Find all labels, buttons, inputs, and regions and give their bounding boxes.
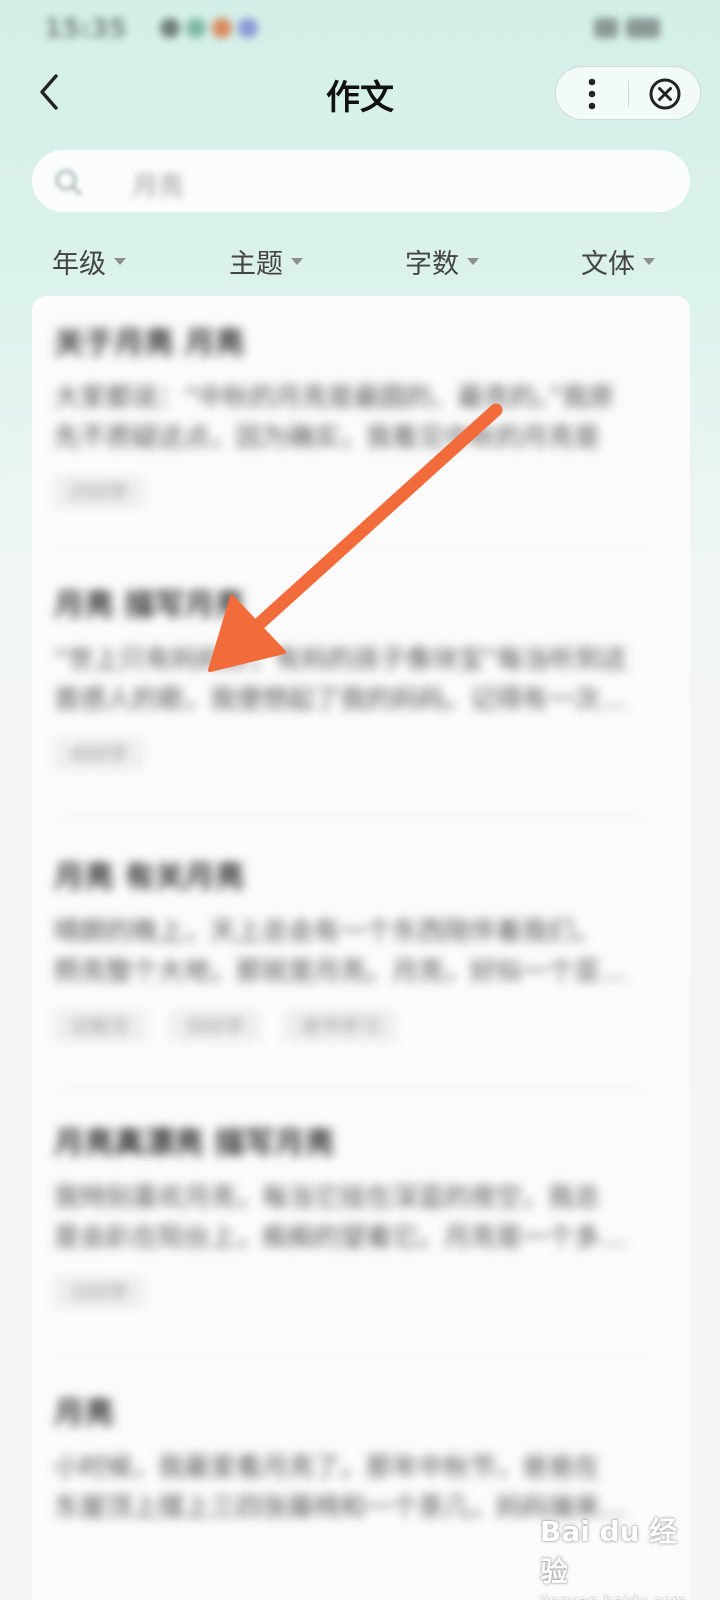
result-excerpt-line: 照亮整个大地，那就是月亮。月亮，好似一个亚… xyxy=(54,957,627,987)
result-title: 月亮 描写月亮 xyxy=(54,588,245,623)
result-title: 月亮真漂亮 描写月亮 xyxy=(54,1126,335,1161)
caret-down-icon xyxy=(467,257,479,265)
search-query-text: 月亮 xyxy=(132,172,185,202)
result-tag: 记叙文 xyxy=(54,1010,146,1042)
filter-theme-label: 主题 xyxy=(229,248,283,280)
status-system-icons xyxy=(586,18,676,40)
caret-down-icon xyxy=(643,257,655,265)
filter-bar: 年级 主题 字数 文体 xyxy=(0,236,720,296)
result-card[interactable]: 关于月亮 月亮 大家都说：“中秋的月亮是最圆的、最亮的。”我原 先不质疑这点，因… xyxy=(54,324,674,508)
filter-grade-label: 年级 xyxy=(52,248,106,280)
baidu-jingyan-watermark: Bai du 经验 jingyan.baidu.com xyxy=(540,1510,700,1600)
result-tags: 400字 xyxy=(54,738,674,770)
result-title: 月亮 xyxy=(54,1396,114,1431)
result-tag: 400字 xyxy=(54,738,145,770)
result-card[interactable]: 月亮 小时候，我最爱看月亮了。那年中秋节，爸爸在 东屋顶上摆上三四张藤椅和一个茶… xyxy=(54,1394,674,1528)
result-tag: 100字 xyxy=(54,1276,145,1308)
more-vertical-icon xyxy=(588,78,596,110)
result-excerpt-line: “世上只有妈妈好，有妈的孩子像块宝”每当听到这 xyxy=(54,645,627,675)
result-card[interactable]: 月亮真漂亮 描写月亮 我特别喜欢月亮，每当它挂在深蓝的夜空，我总 是会趴在阳台上… xyxy=(54,1124,674,1308)
caret-down-icon xyxy=(114,257,126,265)
card-divider xyxy=(54,816,644,817)
result-tags: 100字 xyxy=(54,1276,674,1308)
filter-theme[interactable]: 主题 xyxy=(229,236,303,286)
result-tag: 500字 xyxy=(170,1010,261,1042)
card-divider xyxy=(54,546,644,547)
caret-down-icon xyxy=(291,257,303,265)
result-excerpt-line: 我特别喜欢月亮，每当它挂在深蓝的夜空，我总 xyxy=(54,1183,601,1213)
status-bar: 15:35 xyxy=(0,0,720,56)
status-notification-icons xyxy=(160,18,270,38)
more-button[interactable] xyxy=(556,67,628,121)
close-button[interactable] xyxy=(629,67,701,121)
back-button[interactable] xyxy=(28,70,72,114)
result-excerpt: 晴朗的晚上，天上总会有一个东西陪伴着我们， 照亮整个大地，那就是月亮。月亮，好似… xyxy=(54,912,674,992)
mini-program-capsule xyxy=(555,66,701,120)
result-excerpt-line: 小时候，我最爱看月亮了。那年中秋节，爸爸在 xyxy=(54,1453,601,1483)
result-tags: 记叙文 500字 读书学习 xyxy=(54,1010,674,1042)
result-tags: 250字 xyxy=(54,476,674,508)
result-title: 月亮 有关月亮 xyxy=(54,860,245,895)
card-divider xyxy=(54,1088,644,1089)
result-excerpt-line: 是会趴在阳台上，痴痴的望着它。月亮是一个多… xyxy=(54,1223,627,1253)
card-divider xyxy=(54,1356,644,1357)
search-icon xyxy=(55,169,82,196)
result-tag: 250字 xyxy=(54,476,145,508)
result-excerpt: 大家都说：“中秋的月亮是最圆的、最亮的。”我原 先不质疑这点，因为确实，我看见中… xyxy=(54,378,674,458)
close-circle-icon xyxy=(649,78,681,110)
result-tag: 读书学习 xyxy=(284,1010,397,1042)
chevron-left-icon xyxy=(40,74,58,110)
result-excerpt-line: 首感人的歌，我便想起了我的妈妈。记得有一次… xyxy=(54,685,627,715)
result-excerpt-line: 晴朗的晚上，天上总会有一个东西陪伴着我们， xyxy=(54,917,601,947)
result-excerpt-line: 大家都说：“中秋的月亮是最圆的、最亮的。”我原 xyxy=(54,383,614,413)
watermark-url: jingyan.baidu.com xyxy=(540,1592,700,1600)
results-list: 关于月亮 月亮 大家都说：“中秋的月亮是最圆的、最亮的。”我原 先不质疑这点，因… xyxy=(32,296,690,1600)
status-time: 15:35 xyxy=(44,14,127,44)
result-excerpt: “世上只有妈妈好，有妈的孩子像块宝”每当听到这 首感人的歌，我便想起了我的妈妈。… xyxy=(54,640,674,720)
result-title: 关于月亮 月亮 xyxy=(54,326,245,361)
result-excerpt: 我特别喜欢月亮，每当它挂在深蓝的夜空，我总 是会趴在阳台上，痴痴的望着它。月亮是… xyxy=(54,1178,674,1258)
result-card[interactable]: 月亮 有关月亮 晴朗的晚上，天上总会有一个东西陪伴着我们， 照亮整个大地，那就是… xyxy=(54,858,674,1042)
nav-bar: 作文 xyxy=(0,56,720,132)
filter-word-count[interactable]: 字数 xyxy=(405,236,479,286)
filter-genre-label: 文体 xyxy=(581,248,635,280)
filter-grade[interactable]: 年级 xyxy=(52,236,126,286)
result-excerpt-line: 先不质疑这点，因为确实，我看见中秋的月亮是 xyxy=(54,423,601,453)
result-card[interactable]: 月亮 描写月亮 “世上只有妈妈好，有妈的孩子像块宝”每当听到这 首感人的歌，我便… xyxy=(54,586,674,770)
filter-genre[interactable]: 文体 xyxy=(581,236,655,286)
watermark-logo: Bai du 经验 xyxy=(540,1515,678,1588)
filter-word-count-label: 字数 xyxy=(405,248,459,280)
search-input[interactable]: 月亮 xyxy=(32,150,690,212)
